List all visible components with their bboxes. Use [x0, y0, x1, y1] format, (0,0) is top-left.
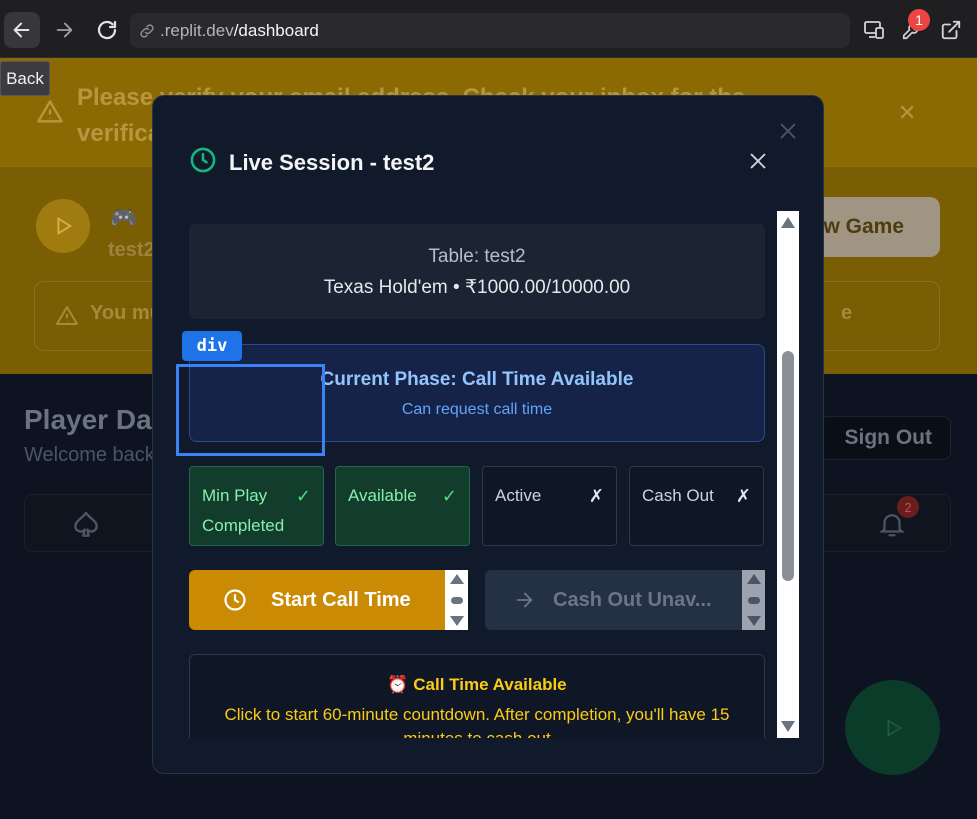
warning-icon [55, 304, 79, 333]
modal-scrollbar[interactable] [777, 211, 799, 738]
cash-out-button[interactable]: Cash Out Unav... [485, 570, 742, 630]
check-icon: ✓ [441, 486, 457, 506]
play-icon [887, 718, 902, 737]
spade-icon[interactable] [69, 509, 103, 546]
alarm-clock-icon: ⏰ [387, 675, 409, 694]
scroll-up-arrow[interactable] [781, 217, 795, 228]
info-title: Call Time Available [413, 675, 567, 694]
info-title-row: ⏰ Call Time Available [190, 675, 764, 695]
back-tooltip: Back [0, 61, 50, 96]
game-stakes: Texas Hold'em • ₹1000.00/10000.00 [323, 277, 631, 298]
scroll-down-arrow[interactable] [449, 616, 464, 626]
cash-out-label: Cash Out Unav... [553, 588, 712, 611]
back-button[interactable] [4, 12, 40, 48]
link-icon [138, 22, 156, 40]
close-icon [750, 153, 766, 169]
url-path: /dashboard [233, 20, 319, 40]
banner-close-icon[interactable]: ✕ [898, 100, 916, 126]
reload-button[interactable] [89, 12, 125, 48]
dashboard-title: Player Da [24, 404, 152, 435]
browser-toolbar: .replit.dev/dashboard 1 [0, 0, 977, 58]
notice-tail: e [841, 302, 853, 324]
start-call-time-label: Start Call Time [271, 588, 411, 611]
step-label: Active [495, 486, 542, 505]
scroll-up-arrow[interactable] [746, 574, 761, 584]
table-name: Table: test2 [428, 246, 526, 267]
inspector-highlight [176, 364, 325, 456]
url-host: .replit.dev [160, 20, 234, 40]
call-time-info-card: ⏰ Call Time Available Click to start 60-… [189, 654, 765, 738]
info-body: Click to start 60-minute countdown. Afte… [224, 705, 730, 738]
modal-header: Live Session - test2 [189, 146, 434, 179]
warning-icon [36, 98, 64, 131]
modal-close-button[interactable] [747, 150, 769, 177]
check-icon: ✓ [295, 486, 311, 506]
forward-button[interactable] [46, 12, 82, 48]
player-name: test2 [108, 239, 155, 261]
modal-title: Live Session - test2 [229, 149, 435, 175]
table-info-card: Table: test2 Texas Hold'em • ₹1000.00/10… [189, 224, 765, 319]
floating-play-button[interactable] [845, 680, 940, 775]
scroll-thumb[interactable] [782, 351, 794, 581]
notification-badge: 2 [897, 496, 919, 518]
address-bar[interactable]: .replit.dev/dashboard [130, 13, 850, 48]
button-scrollbar[interactable] [742, 570, 765, 630]
step-min-play: Min Play Completed ✓ [189, 466, 324, 546]
cross-icon: ✗ [588, 486, 604, 506]
devices-icon[interactable] [858, 14, 890, 46]
open-external-icon[interactable] [935, 14, 967, 46]
scroll-up-arrow[interactable] [449, 574, 464, 584]
scroll-thumb[interactable] [747, 596, 760, 604]
scroll-down-arrow[interactable] [781, 721, 795, 732]
scroll-down-arrow[interactable] [746, 616, 761, 626]
close-icon[interactable] [777, 120, 799, 147]
step-cash-out: Cash Out ✗ [629, 466, 764, 546]
step-label: Available [348, 486, 417, 505]
modal-body: Table: test2 Texas Hold'em • ₹1000.00/10… [189, 224, 765, 738]
extensions-badge: 1 [908, 9, 930, 31]
play-icon[interactable] [36, 199, 90, 253]
reload-icon [97, 20, 117, 40]
start-call-time-button[interactable]: Start Call Time [189, 570, 445, 630]
arrow-right-icon [56, 22, 73, 38]
sign-out-button[interactable]: Sign Out [820, 416, 951, 460]
step-label: Cash Out [642, 486, 714, 505]
arrow-right-icon [513, 589, 535, 611]
dashboard-subtitle: Welcome back [24, 444, 155, 466]
scroll-thumb[interactable] [450, 596, 463, 604]
arrow-left-icon [13, 22, 30, 38]
step-available: Available ✓ [335, 466, 470, 546]
button-scrollbar[interactable] [445, 570, 468, 630]
gamepad-icon: 🎮 [110, 205, 138, 230]
clock-icon [223, 588, 247, 612]
clock-icon [189, 146, 217, 179]
inspector-element-label: div [182, 331, 242, 361]
step-label: Min Play Completed [202, 486, 285, 535]
step-active: Active ✗ [482, 466, 617, 546]
cross-icon: ✗ [735, 486, 751, 506]
